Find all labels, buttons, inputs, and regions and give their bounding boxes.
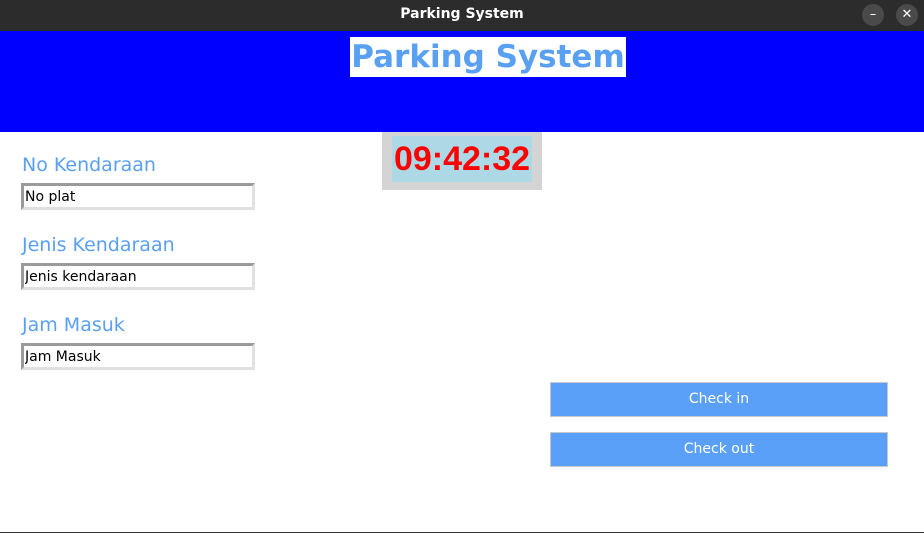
window-titlebar: Parking System – ✕ — [0, 0, 924, 31]
vehicle-type-input[interactable] — [21, 263, 255, 290]
clock-display: 09:42:32 — [392, 136, 532, 182]
check-out-button[interactable]: Check out — [550, 432, 888, 467]
check-in-button[interactable]: Check in — [550, 382, 888, 417]
entry-time-label: Jam Masuk — [22, 314, 125, 336]
window-bottom-edge — [0, 532, 924, 533]
close-button[interactable]: ✕ — [896, 4, 918, 26]
close-icon: ✕ — [901, 7, 913, 22]
app-header: Parking System — [0, 31, 924, 132]
plate-input[interactable] — [21, 183, 255, 210]
entry-time-input[interactable] — [21, 343, 255, 370]
clock-panel: 09:42:32 — [382, 132, 542, 190]
minimize-icon: – — [869, 7, 877, 22]
vehicle-type-label: Jenis Kendaraan — [22, 234, 175, 256]
minimize-button[interactable]: – — [862, 4, 884, 26]
plate-label: No Kendaraan — [22, 154, 156, 176]
window-title: Parking System — [400, 6, 524, 22]
app-title: Parking System — [350, 37, 626, 77]
